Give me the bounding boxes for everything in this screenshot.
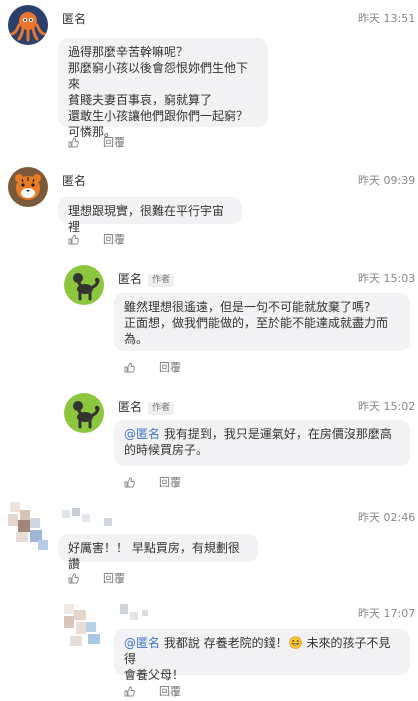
avatar-poodle[interactable] <box>64 265 104 305</box>
commenter-name: 匿名 作者 <box>118 398 175 415</box>
mention-link[interactable]: @匿名 <box>124 427 160 441</box>
thumbs-up-icon[interactable] <box>68 234 79 245</box>
avatar-blurred[interactable] <box>60 602 108 652</box>
comment-text: 雖然理想很遙遠，但是一句不可能就放棄了嗎? 正面想，做我們能做的，至於能不能達成… <box>114 293 410 351</box>
comment-time: 昨天 15:03 <box>358 272 416 285</box>
poodle-icon <box>73 273 100 301</box>
thumbs-up-icon[interactable] <box>124 477 135 488</box>
avatar-poodle[interactable] <box>64 393 104 433</box>
avatar-tiger[interactable] <box>8 167 48 207</box>
commenter-name: 匿名 作者 <box>118 270 175 287</box>
avatar-octopus[interactable] <box>8 5 48 45</box>
thumbs-up-icon[interactable] <box>124 686 135 697</box>
comment-actions: 回覆 <box>68 570 125 586</box>
comment-body: 我有提到，我只是運氣好，在房價沒那麼高 的時候買房子。 <box>124 427 392 457</box>
tiger-icon <box>15 174 41 200</box>
comment-actions: 回覆 <box>68 231 125 247</box>
author-badge: 作者 <box>148 402 175 415</box>
reply-button[interactable]: 回覆 <box>103 134 125 150</box>
comment-time: 昨天 17:07 <box>358 607 416 620</box>
comment-time: 昨天 15:02 <box>358 400 416 413</box>
reply-button[interactable]: 回覆 <box>103 570 125 586</box>
octopus-icon <box>10 12 46 42</box>
avatar-blurred[interactable] <box>4 500 52 552</box>
comment-text: @匿名 我都說 存養老院的錢！ 未來的孩子不見得 會養父母！ <box>114 629 410 682</box>
comment-time: 昨天 09:39 <box>358 174 416 187</box>
comment-actions: 回覆 <box>124 683 181 699</box>
author-badge: 作者 <box>148 274 175 287</box>
comment-actions: 回覆 <box>68 134 125 150</box>
comment-actions: 回覆 <box>124 474 181 490</box>
reply-button[interactable]: 回覆 <box>159 474 181 490</box>
comment-time: 昨天 02:46 <box>358 511 416 524</box>
comment-text: @匿名 我有提到，我只是運氣好，在房價沒那麼高 的時候買房子。 <box>114 420 410 466</box>
comment-text: 過得那麼辛苦幹嘛呢？ 那麼窮小孩以後會怨恨妳們生他下來 貧賤夫妻百事哀，窮就算了… <box>58 38 268 139</box>
comment-actions: 回覆 <box>124 359 181 375</box>
commenter-name: 匿名 <box>62 174 87 188</box>
grinning-face-icon <box>288 636 302 649</box>
poodle-icon <box>73 401 100 429</box>
thumbs-up-icon[interactable] <box>68 137 79 148</box>
commenter-name: 匿名 <box>62 12 87 26</box>
commenter-name-text: 匿名 <box>118 400 143 414</box>
reply-button[interactable]: 回覆 <box>159 683 181 699</box>
thumbs-up-icon[interactable] <box>68 573 79 584</box>
name-blurred <box>118 604 158 622</box>
mention-link[interactable]: @匿名 <box>124 636 160 650</box>
thumbs-up-icon[interactable] <box>124 362 135 373</box>
reply-button[interactable]: 回覆 <box>103 231 125 247</box>
name-blurred <box>62 508 114 526</box>
comment-body: 我都說 存養老院的錢！ <box>160 636 288 650</box>
comment-text: 理想跟現實，很難在平行宇宙裡 <box>58 197 242 234</box>
reply-button[interactable]: 回覆 <box>159 359 181 375</box>
comment-text: 好厲害！！ 早點買房，有規劃很讚 <box>58 534 258 571</box>
comment-time: 昨天 13:51 <box>358 12 416 25</box>
commenter-name-text: 匿名 <box>118 272 143 286</box>
